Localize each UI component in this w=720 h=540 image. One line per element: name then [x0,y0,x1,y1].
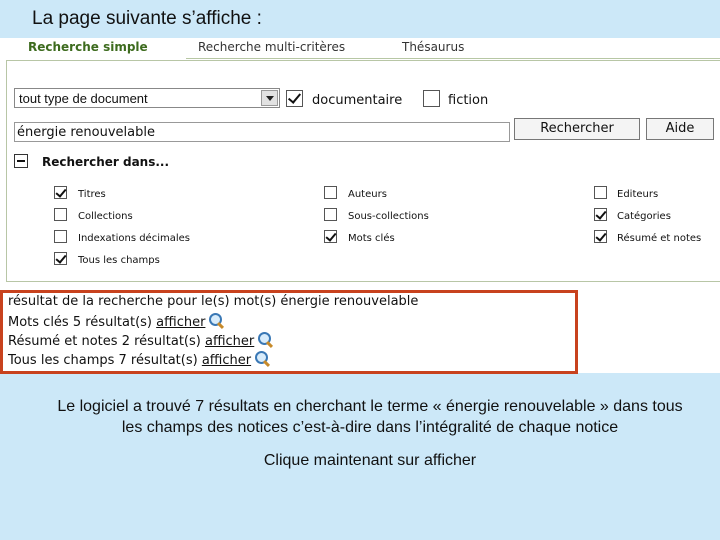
field-checkbox-editeurs[interactable] [594,186,607,199]
doc-type-value: tout type de document [19,91,148,106]
tab-recherche-simple[interactable]: Recherche simple [28,40,148,54]
afficher-link-tous-champs[interactable]: afficher [202,353,251,368]
results-box: résultat de la recherche pour le(s) mot(… [0,290,578,374]
result-count: 7 résultat(s) [118,353,198,368]
tab-divider [186,58,720,59]
field-label-titres: Titres [78,189,106,200]
section-title: Rechercher dans... [42,155,170,169]
result-row-tous-champs: Tous les champs 7 résultat(s) afficher [8,351,273,368]
tab-bar: Recherche simple Recherche multi-critère… [0,38,720,60]
field-checkbox-titres[interactable] [54,186,67,199]
field-checkbox-auteurs[interactable] [324,186,337,199]
field-label-resume-notes: Résumé et notes [617,233,702,244]
doc-type-select[interactable]: tout type de document [14,88,280,108]
field-label-auteurs: Auteurs [348,189,387,200]
caption-line-1: Le logiciel a trouvé 7 résultats en cher… [57,398,683,415]
field-checkbox-tous-champs[interactable] [54,252,67,265]
result-count: 5 résultat(s) [72,315,153,330]
field-label-tous-champs: Tous les champs [78,255,160,266]
field-label-categories: Catégories [617,211,671,222]
documentaire-label: documentaire [312,93,403,108]
tab-thesaurus[interactable]: Thésaurus [402,40,464,54]
result-count: 2 résultat(s) [121,334,201,349]
search-input[interactable]: énergie renouvelable [14,122,510,142]
magnifier-icon[interactable] [253,351,273,367]
result-row-resume-notes: Résumé et notes 2 résultat(s) afficher [8,332,276,349]
magnifier-icon[interactable] [207,313,227,329]
fiction-checkbox[interactable] [423,90,440,107]
slide-title: La page suivante s’affiche : [32,8,262,29]
search-button[interactable]: Rechercher [514,118,640,140]
field-label-sous-collections: Sous-collections [348,211,429,222]
field-label-mots-cles: Mots clés [348,233,395,244]
help-button[interactable]: Aide [646,118,714,140]
field-checkbox-mots-cles[interactable] [324,230,337,243]
field-label-editeurs: Editeurs [617,189,659,200]
fiction-label: fiction [448,93,489,108]
results-title: résultat de la recherche pour le(s) mot(… [8,294,419,309]
field-checkbox-collections[interactable] [54,208,67,221]
afficher-link-mots-cles[interactable]: afficher [156,315,205,330]
field-checkbox-resume-notes[interactable] [594,230,607,243]
result-row-mots-cles: Mots clés 5 résultat(s) afficher [8,313,227,330]
tab-recherche-multi-criteres[interactable]: Recherche multi-critères [198,40,345,54]
caption-instruction: Clique maintenant sur afficher [263,452,477,469]
field-label-collections: Collections [78,211,133,222]
result-field: Résumé et notes [8,334,118,349]
chevron-down-icon[interactable] [261,90,278,106]
caption-line-2: les champs des notices c’est-à-dire dans… [121,419,619,436]
field-label-indexations: Indexations décimales [78,233,190,244]
result-field: Mots clés [8,315,69,330]
field-checkbox-categories[interactable] [594,208,607,221]
afficher-link-resume-notes[interactable]: afficher [205,334,254,349]
field-checkbox-sous-collections[interactable] [324,208,337,221]
result-field: Tous les champs [8,353,115,368]
magnifier-icon[interactable] [256,332,276,348]
field-checkbox-indexations[interactable] [54,230,67,243]
documentaire-checkbox[interactable] [286,90,303,107]
collapse-icon[interactable] [14,154,28,168]
